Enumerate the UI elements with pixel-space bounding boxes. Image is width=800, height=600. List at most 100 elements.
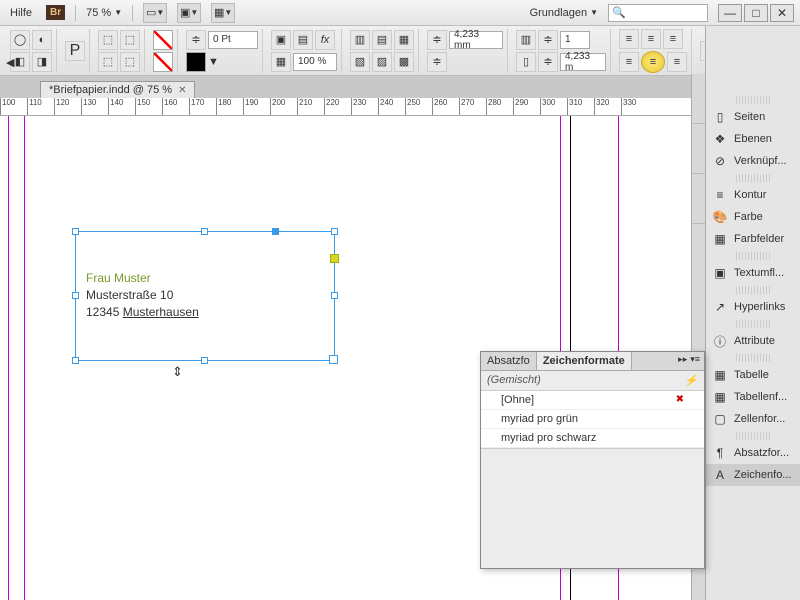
zoom-dropdown[interactable]: 75 %▼ <box>86 7 122 19</box>
tool-icon[interactable]: ⬚ <box>98 30 118 50</box>
tab-scroll-icon[interactable]: ◀ <box>6 56 14 69</box>
style-item-none[interactable]: [Ohne]✖ <box>481 391 704 410</box>
horizontal-ruler[interactable]: 1001101201301401501601701801902002102202… <box>0 98 705 116</box>
gutter-icon[interactable]: ▯ <box>516 52 536 72</box>
tab-zeichenformate[interactable]: Zeichenformate <box>537 352 632 370</box>
panel-zeichenfo[interactable]: AZeichenfo... <box>706 464 800 486</box>
panel-attribute[interactable]: ⓘAttribute <box>706 330 800 352</box>
minimize-button[interactable]: — <box>718 4 742 22</box>
panel-tabellenf[interactable]: ▦Tabellenf... <box>706 386 800 408</box>
panel-grip[interactable] <box>736 354 770 362</box>
panel-grip[interactable] <box>736 252 770 260</box>
style-item[interactable]: myriad pro schwarz <box>481 429 704 448</box>
clear-override-icon[interactable]: ✖ <box>676 394 684 406</box>
help-menu[interactable]: Hilfe <box>6 7 36 19</box>
panel-seiten[interactable]: ▯Seiten <box>706 106 800 128</box>
panel-kontur[interactable]: ≡Kontur <box>706 184 800 206</box>
tool-icon[interactable]: ◨ <box>32 52 52 72</box>
resize-handle[interactable] <box>72 292 79 299</box>
resize-handle[interactable] <box>201 228 208 235</box>
bridge-badge[interactable]: Br <box>46 5 65 20</box>
align-button[interactable]: ≡ <box>641 29 661 49</box>
wrap-button[interactable]: ▧ <box>350 52 370 72</box>
panel-grip[interactable] <box>736 96 770 104</box>
fill-none-swatch[interactable] <box>153 30 173 50</box>
columns-field[interactable]: 1 <box>560 31 590 49</box>
panel-grip[interactable] <box>736 174 770 182</box>
tool-icon[interactable]: ◐ <box>32 30 52 50</box>
stepper-icon[interactable]: ≑ <box>538 30 558 50</box>
panel-absatzfor[interactable]: ¶Absatzfor... <box>706 442 800 464</box>
panel-farbfelder[interactable]: ▦Farbfelder <box>706 228 800 250</box>
panel-textumfl[interactable]: ▣Textumfl... <box>706 262 800 284</box>
panel-header[interactable]: Absatzfo Zeichenformate ▸▸▾≡ <box>481 352 704 371</box>
close-button[interactable]: ✕ <box>770 4 794 22</box>
document-tab[interactable]: *Briefpapier.indd @ 75 % ✕ <box>40 81 195 98</box>
panel-ebenen[interactable]: ❖Ebenen <box>706 128 800 150</box>
arrange-button[interactable]: ▦▼ <box>211 3 235 23</box>
tool-icon[interactable]: ⬚ <box>98 52 118 72</box>
wrap-button[interactable]: ▦ <box>394 30 414 50</box>
tool-icon[interactable]: ⬚ <box>120 30 140 50</box>
maximize-button[interactable]: □ <box>744 4 768 22</box>
panel-tabelle[interactable]: ▦Tabelle <box>706 364 800 386</box>
panel-verknupf[interactable]: ⊘Verknüpf... <box>706 150 800 172</box>
gutter-field[interactable]: 4,233 m <box>560 53 606 71</box>
character-styles-panel[interactable]: Absatzfo Zeichenformate ▸▸▾≡ (Gemischt)⚡… <box>480 351 705 569</box>
panel-grip[interactable] <box>736 320 770 328</box>
resize-handle[interactable] <box>331 292 338 299</box>
selected-text-frame[interactable]: Frau Muster Musterstraße 10 12345 Muster… <box>75 231 335 361</box>
stroke-weight-field[interactable]: 0 Pt <box>208 31 258 49</box>
stroke-style-swatch[interactable] <box>186 52 206 72</box>
guide-vertical[interactable] <box>8 116 9 600</box>
resize-handle[interactable] <box>72 357 79 364</box>
stepper-icon[interactable]: ≑ <box>538 52 558 72</box>
tab-absatzformate[interactable]: Absatzfo <box>481 352 537 370</box>
panel-grip[interactable] <box>736 432 770 440</box>
live-corner-handle[interactable] <box>330 254 339 263</box>
out-port-handle[interactable] <box>329 355 338 364</box>
size-field-1[interactable]: 4,233 mm <box>449 31 503 49</box>
panel-farbe[interactable]: 🎨Farbe <box>706 206 800 228</box>
close-tab-icon[interactable]: ✕ <box>178 85 186 96</box>
search-input[interactable]: 🔍 <box>608 4 708 22</box>
wrap-button[interactable]: ▨ <box>372 52 392 72</box>
stepper-icon[interactable]: ≑ <box>427 30 447 50</box>
tool-icon[interactable]: ⬚ <box>120 52 140 72</box>
wrap-button[interactable]: ▤ <box>372 30 392 50</box>
wrap-button[interactable]: ▩ <box>394 52 414 72</box>
cols-icon[interactable]: ▥ <box>516 30 536 50</box>
stepper-icon[interactable]: ≑ <box>427 52 447 72</box>
panel-grip[interactable] <box>736 286 770 294</box>
resize-handle[interactable] <box>72 228 79 235</box>
align-center-highlighted[interactable]: ≡ <box>641 51 665 73</box>
resize-handle[interactable] <box>331 228 338 235</box>
paragraph-icon[interactable]: P <box>65 41 85 61</box>
align-button[interactable]: ≡ <box>619 29 639 49</box>
align-button[interactable]: ≡ <box>667 52 687 72</box>
align-button[interactable]: ≡ <box>619 52 639 72</box>
in-port-handle[interactable] <box>272 228 279 235</box>
panel-label: Attribute <box>734 335 775 347</box>
resize-handle[interactable] <box>201 357 208 364</box>
wrap-button[interactable]: ▥ <box>350 30 370 50</box>
workspace-dropdown[interactable]: Grundlagen▼ <box>530 7 598 19</box>
tool-icon[interactable]: ◯ <box>10 30 30 50</box>
screen-mode-button[interactable]: ▣▼ <box>177 3 201 23</box>
opacity-field[interactable]: 100 % <box>293 53 337 71</box>
panel-zellenfor[interactable]: ▢Zellenfor... <box>706 408 800 430</box>
stroke-none-swatch[interactable] <box>153 52 173 72</box>
fx-button[interactable]: fx <box>315 30 335 50</box>
fx-button[interactable]: ▣ <box>271 30 291 50</box>
stepper-icon[interactable]: ≑ <box>186 30 206 50</box>
opacity-icon[interactable]: ▦ <box>271 52 291 72</box>
panel-hyperlinks[interactable]: ↗Hyperlinks <box>706 296 800 318</box>
align-button[interactable]: ≡ <box>663 29 683 49</box>
panel-menu-icon[interactable]: ▾≡ <box>690 354 700 368</box>
fx-button[interactable]: ▤ <box>293 30 313 50</box>
guide-vertical[interactable] <box>24 116 25 600</box>
collapse-icon[interactable]: ▸▸ <box>678 354 687 368</box>
flash-icon[interactable]: ⚡ <box>684 374 698 387</box>
style-item[interactable]: myriad pro grün <box>481 410 704 429</box>
view-options-button[interactable]: ▭▼ <box>143 3 167 23</box>
